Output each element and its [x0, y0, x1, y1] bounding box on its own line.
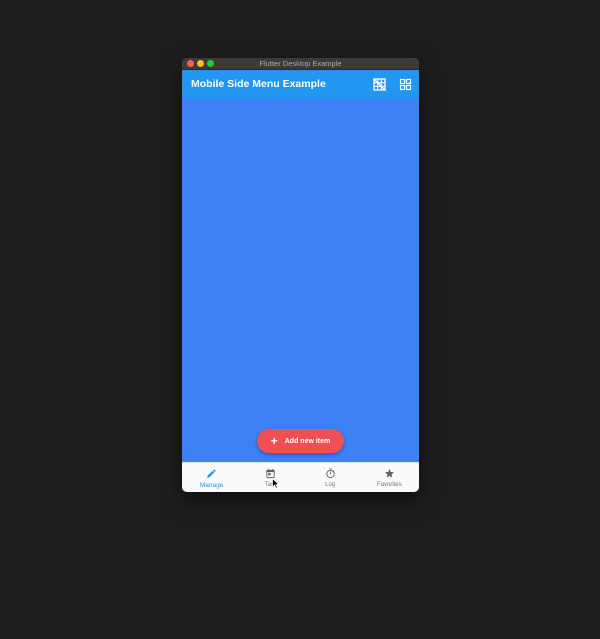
grid-off-icon	[373, 78, 386, 91]
plus-icon: +	[270, 434, 278, 448]
add-new-item-button[interactable]: + Add new item	[257, 429, 344, 453]
app-bar-title: Mobile Side Menu Example	[191, 78, 326, 90]
nav-item-favorites[interactable]: Favorites	[360, 463, 419, 492]
nav-label-manage: Manage	[199, 482, 224, 489]
timer-icon	[326, 468, 335, 479]
app-bar: Mobile Side Menu Example	[182, 70, 419, 99]
star-icon	[384, 468, 394, 478]
window-title: Flutter Desktop Example	[259, 59, 342, 68]
mouse-cursor-icon	[272, 478, 280, 489]
nav-item-log[interactable]: Log	[301, 463, 360, 492]
grid-off-button[interactable]	[373, 78, 386, 91]
main-content	[182, 99, 419, 462]
nav-item-task[interactable]: Task	[241, 463, 300, 492]
nav-label-task: Task	[264, 482, 278, 488]
grid-view-button[interactable]	[399, 78, 412, 91]
nav-label-log: Log	[325, 482, 336, 488]
pencil-icon	[207, 469, 216, 478]
grid-view-icon	[399, 78, 412, 91]
app-window: Flutter Desktop Example Mobile Side Menu…	[182, 58, 419, 492]
nav-label-favorites: Favorites	[377, 482, 402, 488]
add-new-item-label: Add new item	[284, 437, 331, 445]
window-titlebar[interactable]: Flutter Desktop Example	[182, 58, 419, 70]
nav-item-manage[interactable]: Manage	[182, 463, 241, 492]
bottom-navigation: Manage Task Log Favorites	[182, 462, 419, 492]
